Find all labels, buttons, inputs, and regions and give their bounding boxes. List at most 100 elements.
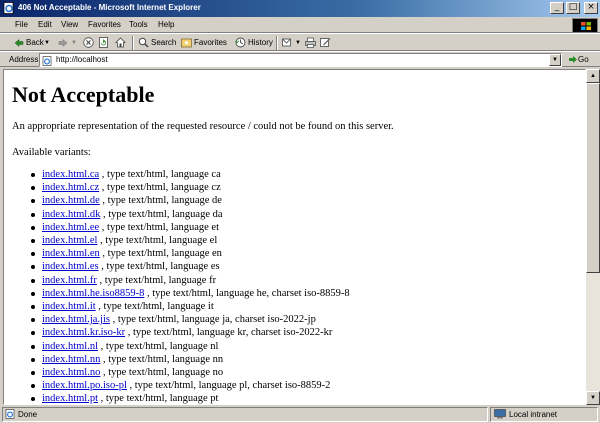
back-button[interactable]: Back <box>14 36 44 50</box>
variant-description: , type text/html, language no <box>100 367 224 379</box>
toolbar-separator <box>132 36 134 50</box>
menu-tools[interactable]: Tools <box>129 19 148 31</box>
variant-description: , type text/html, language el <box>97 235 218 247</box>
variant-description: , type text/html, language pl, charset i… <box>126 380 331 392</box>
variant-link[interactable]: index.html.pt <box>42 393 98 404</box>
favorites-icon <box>181 39 192 48</box>
print-button[interactable] <box>305 36 318 50</box>
home-button[interactable] <box>115 36 128 50</box>
minimize-button[interactable]: _ <box>550 2 564 14</box>
search-icon <box>138 38 149 48</box>
history-button[interactable]: History <box>235 36 273 50</box>
variant-description: , type text/html, language ja, charset i… <box>109 314 316 326</box>
address-url: http://localhost <box>56 55 108 64</box>
list-item: index.html.cz , type text/html, language… <box>31 181 577 194</box>
variant-link[interactable]: index.html.kr.iso-kr <box>42 327 125 338</box>
list-item: index.html.de , type text/html, language… <box>31 194 577 207</box>
list-item: index.html.ee , type text/html, language… <box>31 221 577 234</box>
address-dropdown-icon[interactable]: ▼ <box>549 54 561 66</box>
forward-arrow-icon <box>58 38 68 47</box>
variant-link[interactable]: index.html.ee <box>42 222 99 233</box>
go-label: Go <box>578 55 589 64</box>
variant-link[interactable]: index.html.no <box>42 367 100 378</box>
variant-link[interactable]: index.html.es <box>42 261 99 272</box>
menu-view[interactable]: View <box>61 19 78 31</box>
variant-link[interactable]: index.html.ca <box>42 169 99 180</box>
scroll-down-icon[interactable]: ▼ <box>586 391 600 405</box>
list-item: index.html.nn , type text/html, language… <box>31 353 577 366</box>
variant-link[interactable]: index.html.en <box>42 248 100 259</box>
page-viewport: Not Acceptable An appropriate representa… <box>3 69 586 405</box>
stop-icon <box>83 37 94 49</box>
variant-description: , type text/html, language nn <box>100 353 224 365</box>
scroll-thumb[interactable] <box>586 83 600 273</box>
intranet-icon <box>494 409 506 419</box>
refresh-icon <box>99 37 108 49</box>
variant-description: , type text/html, language et <box>99 221 219 233</box>
variant-link[interactable]: index.html.he.iso8859-8 <box>42 288 144 299</box>
refresh-button[interactable] <box>98 36 111 50</box>
variant-description: , type text/html, language de <box>99 195 222 207</box>
variants-label: Available variants: <box>12 147 91 158</box>
back-label: Back <box>26 38 44 47</box>
page-heading: Not Acceptable <box>12 82 155 107</box>
vertical-scrollbar[interactable]: ▲ ▼ <box>586 69 600 405</box>
variant-link[interactable]: index.html.cz <box>42 182 99 193</box>
forward-button[interactable] <box>58 36 70 50</box>
variant-link[interactable]: index.html.fr <box>42 275 97 286</box>
status-pane: Done <box>2 407 488 422</box>
toolbar-separator <box>276 36 278 50</box>
variant-description: , type text/html, language fr <box>96 274 217 286</box>
back-dropdown-icon[interactable]: ▼ <box>44 36 50 50</box>
status-text: Done <box>18 410 38 419</box>
search-label: Search <box>151 38 177 47</box>
variant-description: , type text/html, language ca <box>99 169 221 180</box>
list-item: index.html.kr.iso-kr , type text/html, l… <box>31 326 577 339</box>
list-item: index.html.nl , type text/html, language… <box>31 340 577 353</box>
address-bar: Address http://localhost ▼ Go <box>0 51 600 67</box>
edit-button[interactable] <box>320 36 333 50</box>
home-icon <box>115 37 126 48</box>
mail-dropdown-icon[interactable]: ▼ <box>295 36 301 50</box>
mail-button[interactable] <box>282 36 295 50</box>
list-item: index.html.he.iso8859-8 , type text/html… <box>31 287 577 300</box>
print-icon <box>305 38 316 49</box>
variant-link[interactable]: index.html.dk <box>42 209 100 220</box>
variant-link[interactable]: index.html.el <box>42 235 97 246</box>
menu-file[interactable]: File <box>15 19 28 31</box>
close-button[interactable]: × <box>584 2 598 14</box>
variant-link[interactable]: index.html.po.iso-pl <box>42 380 127 391</box>
title-bar: 406 Not Acceptable - Microsoft Internet … <box>0 0 600 17</box>
variant-description: , type text/html, language es <box>98 261 220 273</box>
forward-dropdown-icon[interactable]: ▼ <box>71 36 77 50</box>
variants-list: index.html.ca , type text/html, language… <box>12 168 577 405</box>
variant-description: , type text/html, language he, charset i… <box>144 287 350 299</box>
search-button[interactable]: Search <box>138 36 176 50</box>
variant-link[interactable]: index.html.ja.jis <box>42 314 110 325</box>
history-label: History <box>248 38 273 47</box>
variant-link[interactable]: index.html.nn <box>42 354 100 365</box>
menu-bar: File Edit View Favorites Tools Help <box>0 17 600 33</box>
scroll-up-icon[interactable]: ▲ <box>586 69 600 83</box>
favorites-button[interactable]: Favorites <box>181 36 227 50</box>
variant-description: , type text/html, language pt <box>98 393 219 405</box>
menu-help[interactable]: Help <box>158 19 174 31</box>
list-item: index.html.ja.jis , type text/html, lang… <box>31 313 577 326</box>
standard-toolbar: Back ▼ ▼ Search Favorites History ▼ <box>0 33 600 51</box>
variant-description: , type text/html, language it <box>95 301 214 313</box>
variant-link[interactable]: index.html.it <box>42 301 96 312</box>
list-item: index.html.es , type text/html, language… <box>31 260 577 273</box>
menu-edit[interactable]: Edit <box>38 19 52 31</box>
mail-icon <box>282 38 291 47</box>
address-label: Address <box>9 55 39 64</box>
stop-button[interactable] <box>83 36 96 50</box>
zone-pane: Local intranet <box>490 407 598 422</box>
variant-link[interactable]: index.html.nl <box>42 341 98 352</box>
variant-link[interactable]: index.html.de <box>42 195 100 206</box>
maximize-button[interactable]: □ <box>566 2 580 14</box>
go-button[interactable]: Go <box>568 54 589 66</box>
variant-description: , type text/html, language en <box>99 248 222 260</box>
address-input[interactable]: http://localhost ▼ <box>39 53 562 67</box>
page-icon <box>42 56 52 66</box>
menu-favorites[interactable]: Favorites <box>88 19 121 31</box>
